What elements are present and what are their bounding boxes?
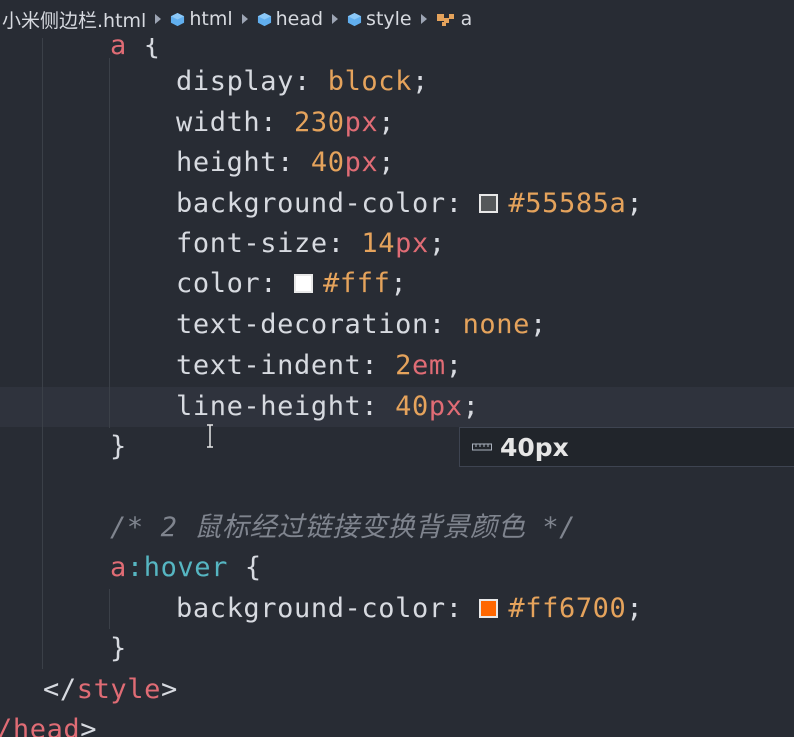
- indent-guide: [42, 38, 43, 669]
- color-swatch[interactable]: [294, 274, 313, 293]
- code-line-color: color: #fff;: [176, 268, 408, 299]
- code-line-width: width: 230px;: [176, 107, 396, 138]
- chevron-right-icon: [155, 14, 162, 24]
- breadcrumb-item-head[interactable]: head: [257, 8, 323, 30]
- breadcrumb-label: a: [460, 8, 473, 30]
- breadcrumb-label: html: [189, 8, 233, 30]
- color-swatch[interactable]: [479, 194, 499, 213]
- code-line-selector: a {: [110, 38, 161, 66]
- chevron-right-icon: [332, 14, 339, 24]
- cube-icon: [257, 12, 271, 26]
- code-line-hover-background: background-color: #ff6700;: [176, 593, 644, 624]
- breadcrumb-label: 小米侧边栏.html: [2, 9, 147, 32]
- code-line-comment: /* 2 鼠标经过链接变换背景颜色 */: [110, 512, 577, 543]
- code-line-head-close: /head>: [0, 714, 98, 737]
- code-line-text-indent: text-indent: 2em;: [176, 350, 463, 381]
- selector-tag: a: [110, 38, 127, 61]
- indent-guide: [109, 58, 110, 428]
- color-swatch[interactable]: [479, 599, 499, 618]
- chevron-right-icon: [241, 14, 248, 24]
- suggestion-label: 40px: [500, 432, 569, 462]
- code-line-text-decoration: text-decoration: none;: [176, 309, 547, 340]
- code-line-close-brace: }: [110, 431, 127, 462]
- code-line-font-size: font-size: 14px;: [176, 228, 446, 259]
- indent-guide: [109, 589, 110, 629]
- breadcrumb-label: style: [366, 8, 412, 30]
- chevron-right-icon: [420, 14, 427, 24]
- breadcrumb-item-file[interactable]: 小米侧边栏.html: [2, 6, 146, 33]
- unit-ruler-icon: [472, 443, 492, 451]
- breadcrumb-item-html[interactable]: html: [170, 8, 233, 30]
- code-line-hover-selector: a:hover {: [110, 552, 262, 583]
- code-line-background-color: background-color: #55585a;: [176, 188, 644, 219]
- open-brace: {: [143, 38, 161, 61]
- cube-icon: [171, 12, 185, 26]
- breadcrumb-item-style[interactable]: style: [347, 8, 412, 30]
- breadcrumb-label: head: [275, 8, 324, 30]
- autocomplete-suggestion[interactable]: 40px: [459, 427, 794, 467]
- text-cursor-icon: [207, 424, 213, 448]
- breadcrumb: 小米侧边栏.html html head style a: [0, 0, 794, 38]
- code-line-line-height: line-height: 40px;: [176, 391, 480, 422]
- code-line-hover-close: }: [110, 633, 127, 664]
- code-line-style-close: </style>: [43, 674, 178, 705]
- cube-icon: [347, 12, 362, 26]
- code-line-display: display: block;: [176, 66, 429, 97]
- symbol-rule-icon: [436, 14, 454, 26]
- breadcrumb-item-a[interactable]: a: [436, 8, 473, 30]
- code-editor[interactable]: a { display: block; width: 230px; height…: [0, 38, 794, 737]
- code-line-height: height: 40px;: [176, 147, 396, 178]
